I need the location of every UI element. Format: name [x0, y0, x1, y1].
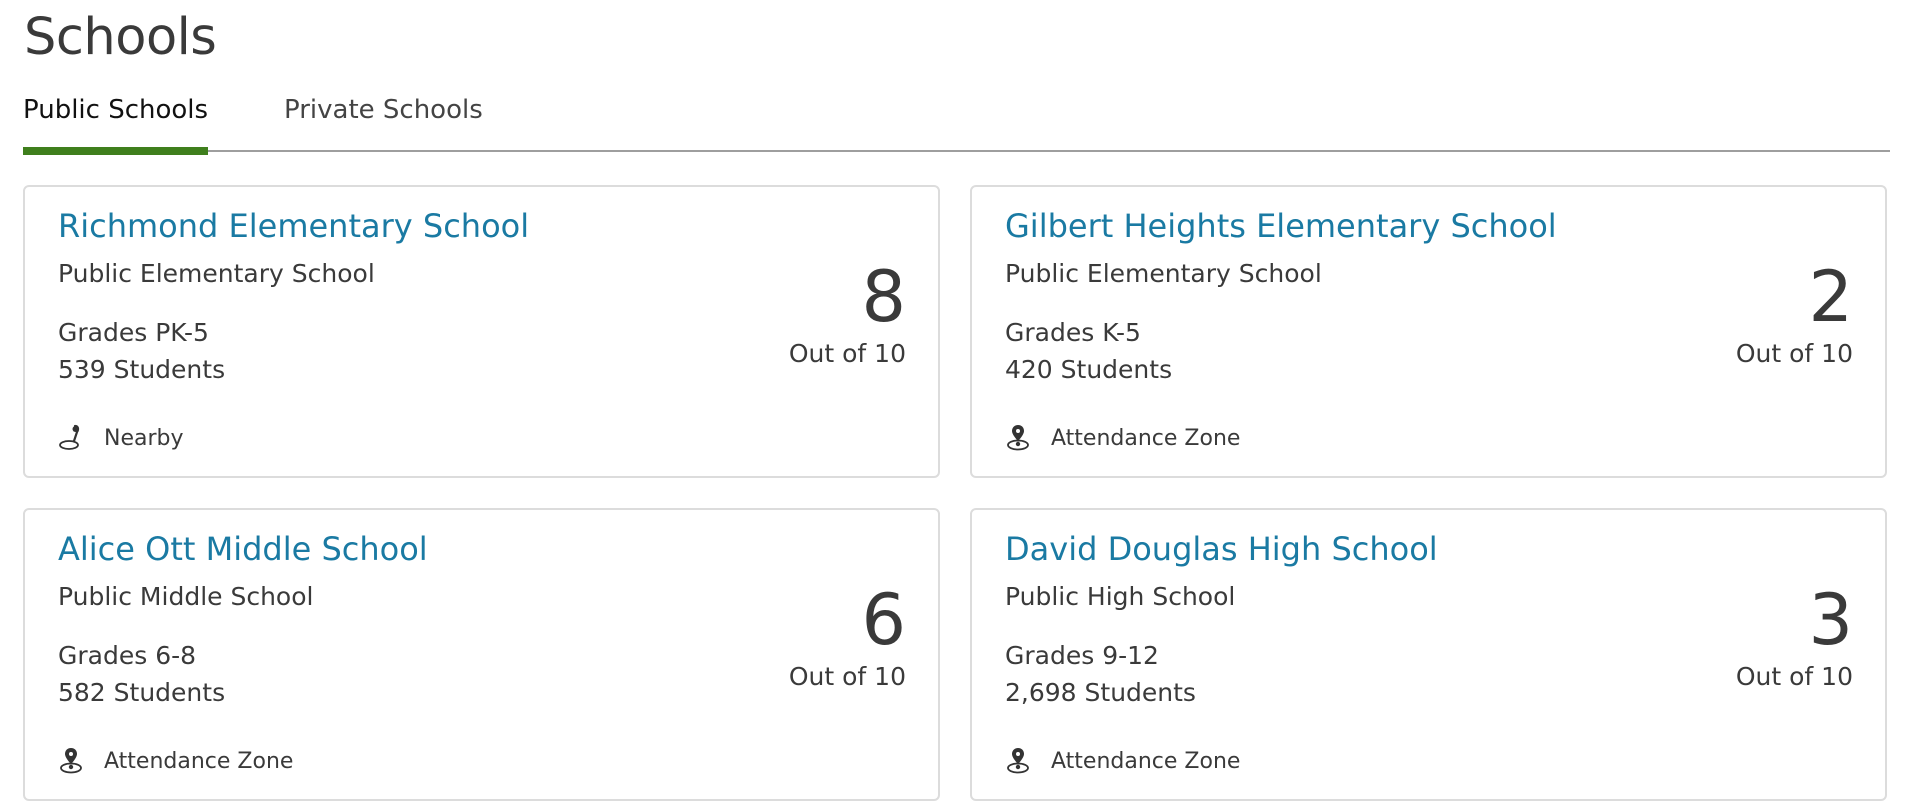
- school-card[interactable]: Alice Ott Middle School Public Middle Sc…: [23, 508, 940, 801]
- tab-private-schools[interactable]: Private Schools: [284, 92, 483, 152]
- school-tabs: Public Schools Private Schools: [23, 92, 1890, 155]
- school-zone: Attendance Zone: [58, 746, 293, 776]
- school-zone: Attendance Zone: [1005, 746, 1240, 776]
- school-zone: Attendance Zone: [1005, 423, 1240, 453]
- school-rating: 6: [861, 579, 906, 661]
- attendance-zone-icon: [1005, 424, 1031, 452]
- rating-scale: Out of 10: [788, 662, 906, 691]
- school-students: 2,698 Students: [1005, 678, 1196, 707]
- school-type: Public Elementary School: [1005, 259, 1322, 288]
- tab-public-schools[interactable]: Public Schools: [23, 92, 208, 155]
- school-card[interactable]: Richmond Elementary School Public Elemen…: [23, 185, 940, 478]
- school-type: Public Middle School: [58, 582, 314, 611]
- rating-scale: Out of 10: [788, 339, 906, 368]
- school-name-link[interactable]: Alice Ott Middle School: [58, 530, 428, 568]
- attendance-zone-icon: [58, 747, 84, 775]
- zone-label: Attendance Zone: [104, 748, 294, 774]
- school-name-link[interactable]: Gilbert Heights Elementary School: [1005, 207, 1557, 245]
- school-grades: Grades 6-8: [58, 641, 197, 670]
- school-type: Public Elementary School: [58, 259, 375, 288]
- school-rating: 2: [1808, 256, 1853, 338]
- nearby-icon: [58, 424, 84, 452]
- attendance-zone-icon: [1005, 747, 1031, 775]
- school-grades: Grades 9-12: [1005, 641, 1159, 670]
- schools-section: Schools Public Schools Private Schools R…: [0, 0, 1920, 808]
- school-grades: Grades PK-5: [58, 318, 209, 347]
- zone-label: Attendance Zone: [1051, 748, 1241, 774]
- rating-scale: Out of 10: [1735, 662, 1853, 691]
- school-students: 539 Students: [58, 355, 226, 384]
- school-rating: 3: [1808, 579, 1853, 661]
- school-students: 420 Students: [1005, 355, 1173, 384]
- school-rating: 8: [861, 256, 906, 338]
- school-grades: Grades K-5: [1005, 318, 1141, 347]
- school-card[interactable]: Gilbert Heights Elementary School Public…: [970, 185, 1887, 478]
- school-students: 582 Students: [58, 678, 226, 707]
- school-zone: Nearby: [58, 423, 184, 453]
- school-name-link[interactable]: Richmond Elementary School: [58, 207, 529, 245]
- school-name-link[interactable]: David Douglas High School: [1005, 530, 1438, 568]
- school-type: Public High School: [1005, 582, 1236, 611]
- zone-label: Attendance Zone: [1051, 425, 1241, 451]
- school-card[interactable]: David Douglas High School Public High Sc…: [970, 508, 1887, 801]
- page-title: Schools: [24, 8, 217, 67]
- rating-scale: Out of 10: [1735, 339, 1853, 368]
- zone-label: Nearby: [104, 425, 184, 451]
